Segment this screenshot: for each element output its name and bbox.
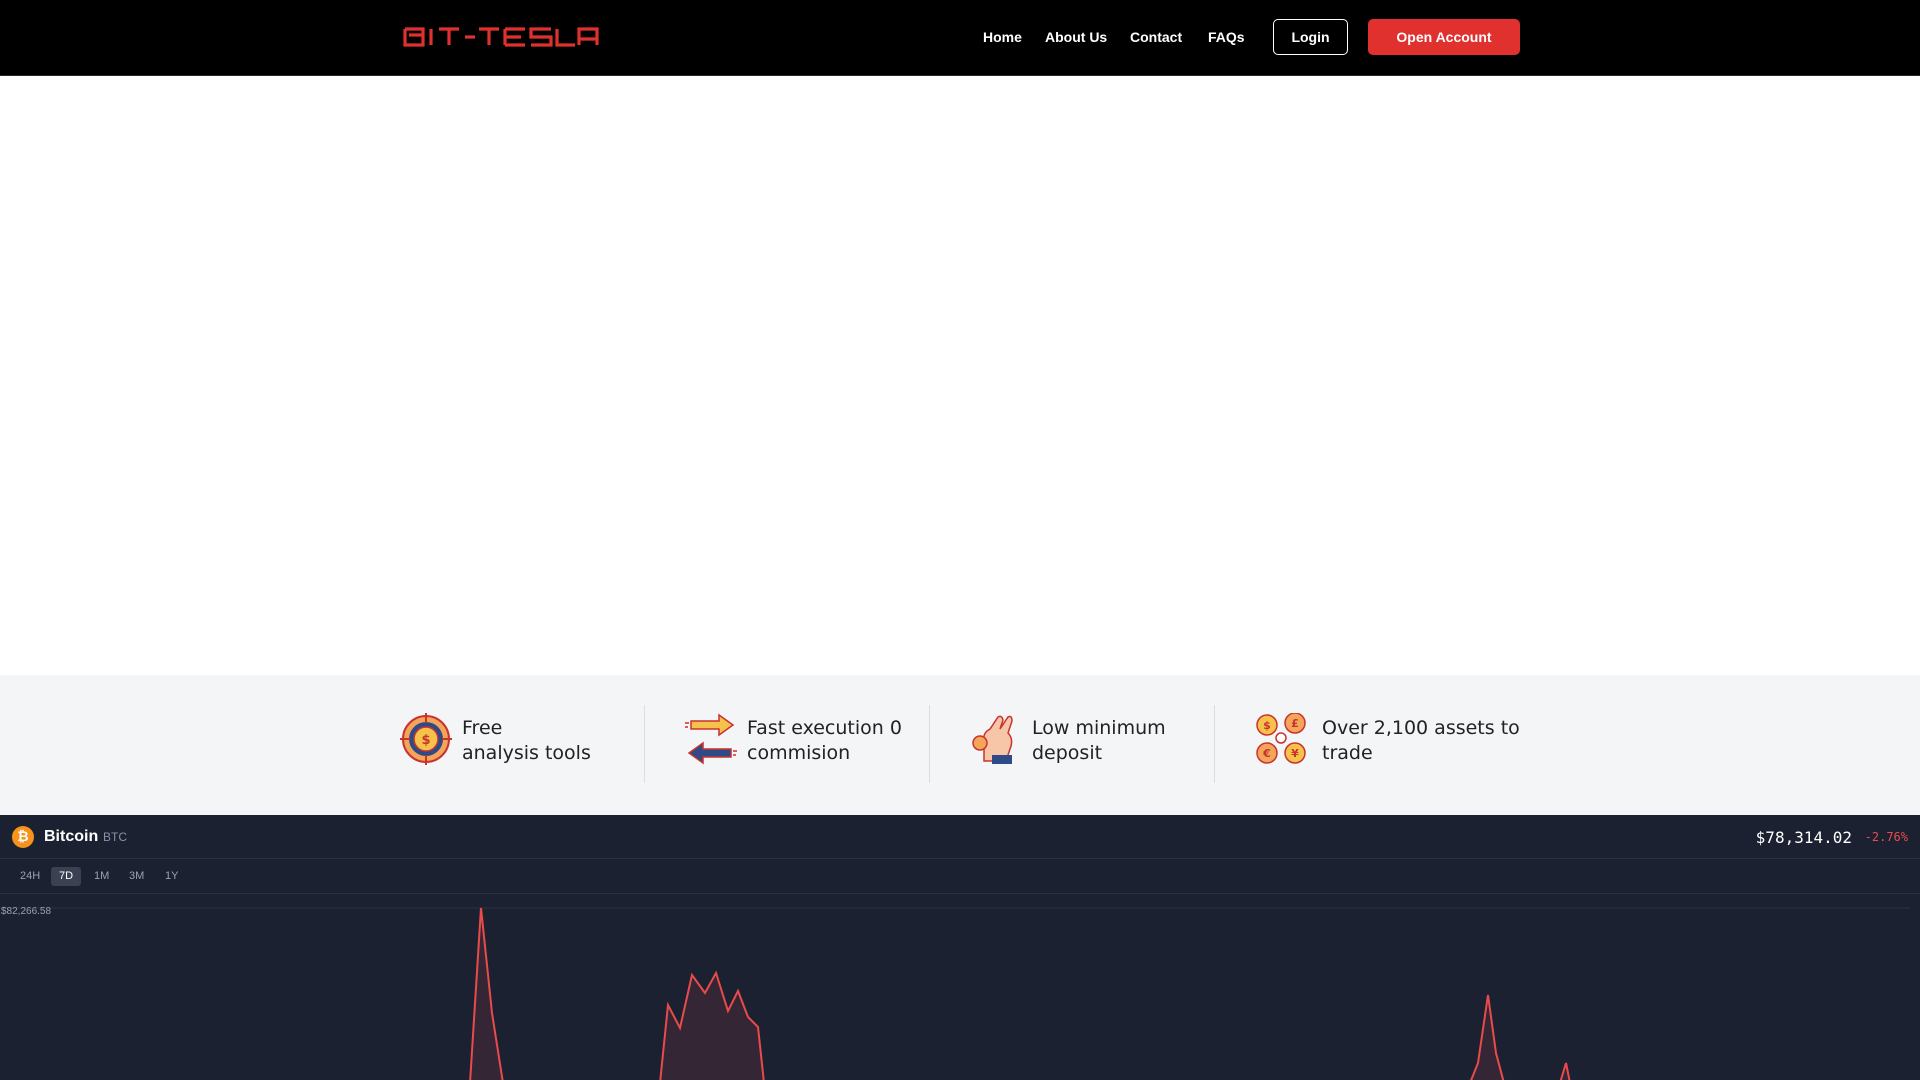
divider xyxy=(929,705,930,783)
feature-line2: commision xyxy=(747,742,851,764)
svg-text:¥: ¥ xyxy=(1291,747,1299,760)
nav-home-link[interactable]: Home xyxy=(983,29,1022,45)
coin-symbol: BTC xyxy=(103,830,127,844)
coin-change: -2.76% xyxy=(1864,830,1908,844)
nav-faqs-link[interactable]: FAQs xyxy=(1208,29,1245,45)
feature-line2: deposit xyxy=(1032,742,1103,764)
coin-price: $78,314.02 xyxy=(1755,828,1852,847)
range-selector: 24H 7D 1M 3M 1Y xyxy=(0,858,1920,894)
hand-coin-icon xyxy=(972,715,1013,764)
range-1y-button[interactable]: 1Y xyxy=(157,867,186,886)
nav-about-link[interactable]: About Us xyxy=(1045,29,1107,45)
feature-line2: analysis tools xyxy=(462,742,591,764)
features-band: $ Free analysis tools Fast execution 0 c… xyxy=(0,675,1920,815)
divider xyxy=(644,705,645,783)
feature-low-deposit: Low minimum deposit xyxy=(970,713,1210,773)
bitcoin-price-widget: ₿ Bitcoin BTC $78,314.02 -2.76% 24H 7D 1… xyxy=(0,815,1920,1080)
price-chart xyxy=(0,907,1910,1080)
feature-line2: trade xyxy=(1322,742,1373,764)
coin-name: Bitcoin xyxy=(44,828,99,845)
chart-max-price-label: $82,266.58 xyxy=(1,906,52,917)
range-24h-button[interactable]: 24H xyxy=(12,867,48,886)
feature-assets: $ £ € ¥ Over 2,100 assets to trade xyxy=(1255,713,1535,773)
feature-line1: Free xyxy=(462,717,503,739)
feature-fast-execution: Fast execution 0 commision xyxy=(685,713,925,773)
price-line xyxy=(469,907,1571,1080)
price-area xyxy=(470,908,1570,1080)
login-button[interactable]: Login xyxy=(1273,19,1348,55)
svg-text:£: £ xyxy=(1291,717,1299,730)
exchange-arrows-icon xyxy=(685,713,737,765)
range-3m-button[interactable]: 3M xyxy=(121,867,152,886)
ticker-header: ₿ Bitcoin BTC $78,314.02 -2.76% xyxy=(0,815,1920,859)
target-dollar-icon: $ xyxy=(400,713,452,765)
site-header: Home About Us Contact FAQs Login Open Ac… xyxy=(0,0,1920,76)
svg-text:$: $ xyxy=(421,733,430,748)
bitcoin-icon: ₿ xyxy=(12,826,34,848)
open-account-button[interactable]: Open Account xyxy=(1368,19,1520,55)
svg-text:$: $ xyxy=(1263,719,1271,732)
range-7d-button[interactable]: 7D xyxy=(51,867,82,886)
range-1m-button[interactable]: 1M xyxy=(86,867,117,886)
bit-tesla-logo[interactable] xyxy=(403,27,599,47)
nav-contact-link[interactable]: Contact xyxy=(1130,29,1182,45)
feature-line1: Fast execution 0 xyxy=(747,717,902,739)
feature-line1: Over 2,100 assets to xyxy=(1322,717,1520,739)
currency-coins-icon: $ £ € ¥ xyxy=(1256,713,1306,764)
svg-text:€: € xyxy=(1262,747,1271,760)
feature-analysis-tools: $ Free analysis tools xyxy=(400,713,640,773)
divider xyxy=(1214,705,1215,783)
feature-line1: Low minimum xyxy=(1032,717,1166,739)
